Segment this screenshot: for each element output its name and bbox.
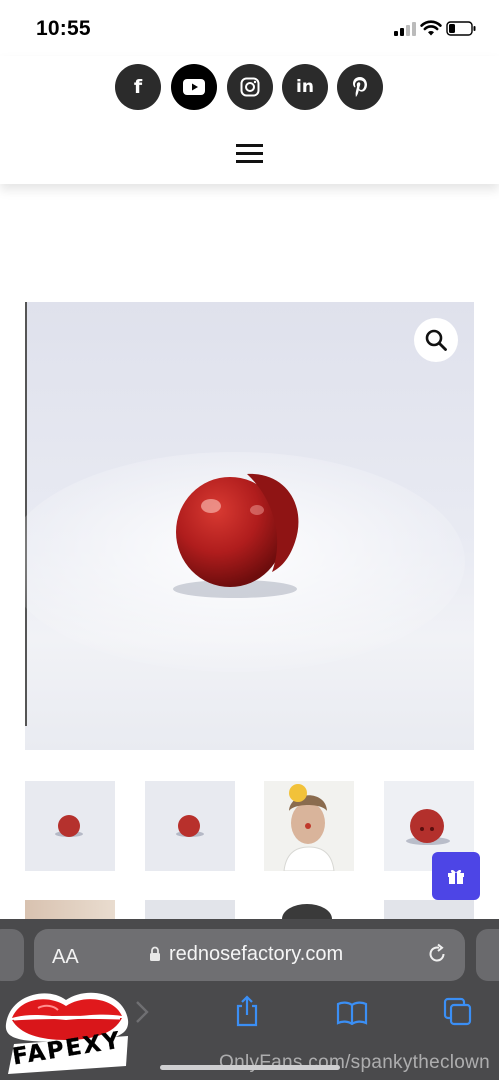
product-thumbnail[interactable] (384, 900, 474, 920)
person-portrait-icon (264, 781, 354, 871)
bookmarks-icon[interactable] (336, 1001, 368, 1025)
youtube-icon[interactable] (171, 64, 217, 110)
product-thumbnail[interactable] (25, 781, 115, 871)
portrait-thumb-partial (25, 900, 115, 920)
linkedin-glyph: in (296, 77, 314, 97)
home-indicator (160, 1065, 340, 1070)
tabs-icon[interactable] (443, 997, 473, 1027)
product-thumbnail[interactable] (145, 900, 235, 920)
thumb-partial (384, 900, 474, 920)
site-header: f in (0, 56, 499, 184)
menu-hamburger-icon[interactable] (236, 144, 263, 164)
instagram-icon[interactable] (227, 64, 273, 110)
gift-button[interactable] (432, 852, 480, 900)
hair-partial (282, 904, 332, 920)
instagram-glyph (240, 77, 260, 97)
reader-text-size-button[interactable]: AA (52, 946, 79, 969)
share-icon[interactable] (234, 995, 260, 1027)
facebook-glyph: f (133, 76, 143, 98)
status-bar: 10:55 (0, 0, 499, 56)
pinterest-glyph (353, 77, 367, 97)
cellular-signal-icon (394, 22, 416, 36)
gift-icon (448, 869, 464, 884)
reload-icon[interactable] (426, 943, 448, 965)
youtube-glyph (183, 79, 205, 95)
watermark-text: OnlyFans.com/spankytheclown (219, 1052, 491, 1073)
forward-arrow-icon[interactable] (134, 999, 150, 1025)
address-bar[interactable]: AA rednosefactory.com (34, 929, 465, 981)
product-thumbnail[interactable] (264, 900, 354, 920)
product-thumbnail[interactable] (25, 900, 115, 920)
pinterest-icon[interactable] (337, 64, 383, 110)
magnifier-icon (425, 329, 447, 351)
red-nose-illustration (25, 452, 465, 672)
linkedin-icon[interactable]: in (282, 64, 328, 110)
clock-time: 10:55 (36, 17, 91, 40)
wifi-icon (420, 20, 442, 36)
thumb-partial (145, 900, 235, 920)
product-main-image[interactable] (25, 302, 474, 750)
lock-icon (150, 946, 160, 961)
aa-label: AA (52, 946, 79, 968)
battery-icon (446, 21, 476, 36)
next-tab-preview[interactable] (476, 929, 499, 981)
red-nose-thumb-icon (145, 781, 235, 871)
previous-tab-preview[interactable] (0, 929, 24, 981)
facebook-icon[interactable]: f (115, 64, 161, 110)
product-thumbnail[interactable] (145, 781, 235, 871)
red-nose-thumb-icon (25, 781, 115, 871)
url-text: rednosefactory.com (169, 943, 344, 965)
product-thumbnail[interactable] (264, 781, 354, 871)
zoom-icon[interactable] (414, 318, 458, 362)
